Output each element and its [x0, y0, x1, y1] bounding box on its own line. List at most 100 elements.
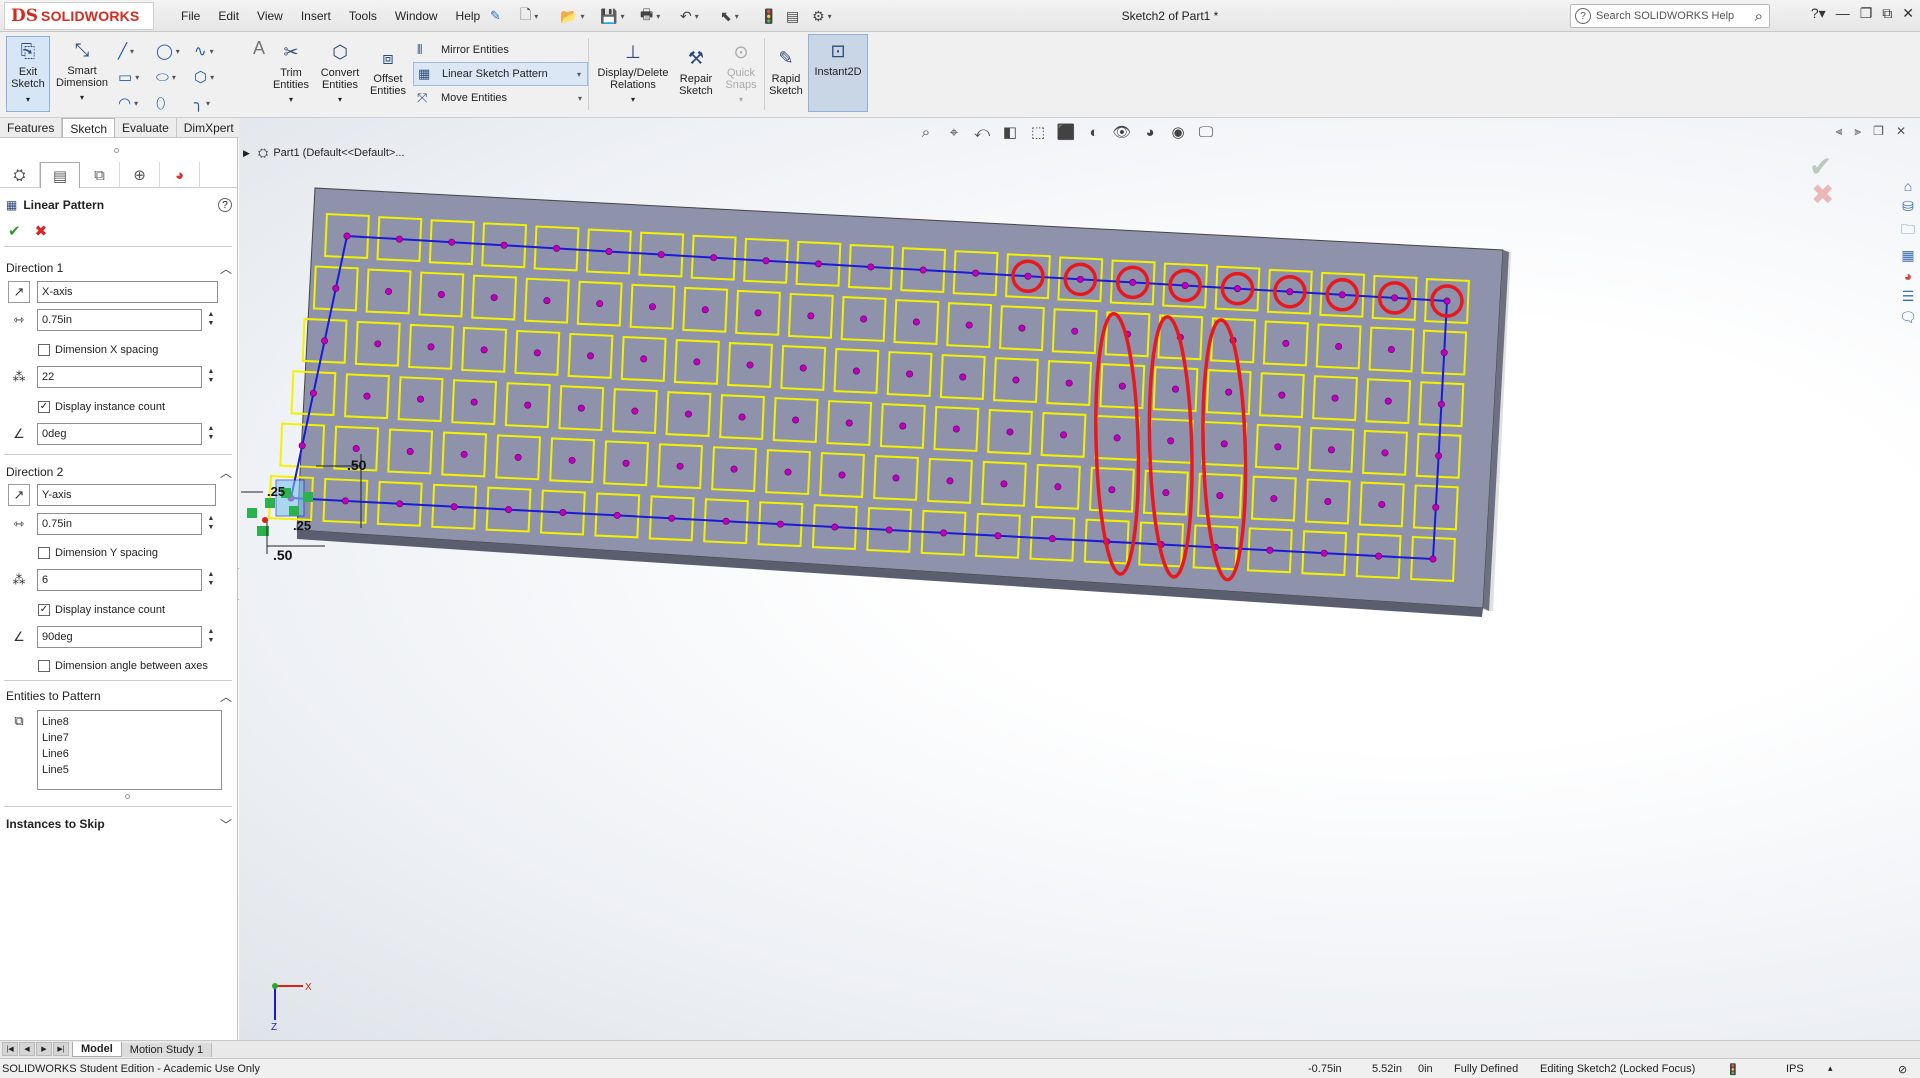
file-properties-icon[interactable]: ▤ [786, 5, 808, 27]
linear-sketch-pattern-button[interactable]: ▦ Linear Sketch Pattern ▾ [413, 62, 588, 86]
cancel-x-icon[interactable]: ✖ [35, 222, 48, 240]
line-tool-icon[interactable]: ╱ ▾ [118, 40, 148, 62]
feature-tree-root[interactable]: Part1 (Default<<Default>... [273, 147, 404, 159]
dimxpert-manager-tab-icon[interactable]: ⊕ [120, 162, 160, 188]
spin-arrows-icon[interactable]: ▲ ▼ [206, 514, 216, 532]
forum-icon[interactable]: 🗨 [1899, 309, 1917, 326]
units-dropdown-icon[interactable]: ▴ [1828, 1063, 1833, 1074]
direction-2-spacing-field[interactable]: 0.75in [37, 513, 202, 535]
custom-properties-icon[interactable]: ☰ [1902, 288, 1915, 305]
confirmation-cancel-icon[interactable]: ✖ [1811, 178, 1834, 211]
dimension-y-spacing-checkbox[interactable]: Dimension Y spacing [38, 546, 158, 560]
tab-features[interactable]: Features [0, 118, 63, 137]
restore-down-icon[interactable]: ⧉ [1882, 5, 1892, 22]
instances-to-skip-header[interactable]: Instances to Skip ﹀ [6, 815, 232, 833]
menu-tools[interactable]: Tools [340, 9, 386, 23]
list-resize-grip[interactable] [125, 794, 130, 799]
sketch-text-icon[interactable]: A [248, 36, 270, 63]
tile-view-icon[interactable]: ⫸ [1854, 124, 1861, 139]
chevron-down-icon[interactable]: ▾ [578, 94, 582, 103]
exit-sketch-button[interactable]: ⎘ Exit Sketch ▾ [6, 36, 50, 112]
view-settings-icon[interactable]: 🖵 [1195, 122, 1217, 142]
save-icon[interactable]: 💾 ▾ [600, 5, 636, 27]
rapid-sketch-button[interactable]: ✎ Rapid Sketch [766, 46, 806, 97]
display-delete-relations-button[interactable]: ⊥ Display/Delete Relations ▾ [594, 40, 672, 106]
tab-dimxpert[interactable]: DimXpert [177, 118, 242, 137]
graphics-area[interactable]: .50.50.25.25 ▶ ⛭ Part1 (Default<<Default… [239, 118, 1920, 1040]
display-instance-count-1-checkbox[interactable]: ✓ Display instance count [38, 400, 165, 414]
next-tab-icon[interactable]: ▶ [36, 1041, 52, 1056]
repair-sketch-button[interactable]: ⚒ Repair Sketch [676, 46, 716, 97]
direction-1-header[interactable]: Direction 1 ︿ [6, 259, 232, 277]
display-manager-tab-icon[interactable]: ◕ [160, 162, 200, 188]
close-icon[interactable]: ✕ [1902, 5, 1914, 22]
rebuild-icon[interactable]: 🚦 [760, 5, 782, 27]
first-tab-icon[interactable]: |◀ [2, 1041, 18, 1056]
instant2d-button[interactable]: ⊡ Instant2D [808, 34, 868, 112]
direction-1-spacing-field[interactable]: 0.75in [37, 309, 202, 331]
trim-entities-button[interactable]: ✂ Trim Entities ▾ [270, 40, 312, 106]
mirror-entities-button[interactable]: ⫴ Mirror Entities [413, 38, 588, 62]
split-view-icon[interactable]: ⫷ [1836, 124, 1843, 139]
print-icon[interactable]: 🖶 ▾ [640, 5, 676, 27]
direction-2-header[interactable]: Direction 2 ︿ [6, 463, 232, 481]
spline-tool-icon[interactable]: ∿ ▾ [194, 40, 224, 62]
menu-insert[interactable]: Insert [292, 9, 340, 23]
view-palette-icon[interactable]: ▦ [1901, 247, 1914, 264]
display-style-icon[interactable]: ◐ [1083, 122, 1105, 142]
select-icon[interactable]: ⬉ ▾ [720, 5, 756, 27]
last-tab-icon[interactable]: ▶| [53, 1041, 69, 1056]
pin-menu-icon[interactable]: ✎ [490, 8, 501, 24]
direction-2-count-field[interactable]: 6 [37, 569, 202, 591]
appearances-icon[interactable]: ◕ [1904, 268, 1912, 284]
restore-icon[interactable]: ❐ [1860, 5, 1873, 22]
menu-edit[interactable]: Edit [209, 9, 248, 23]
restore-viewport-icon[interactable]: ❐ [1873, 124, 1884, 139]
minimize-icon[interactable]: — [1836, 5, 1850, 22]
dimension-x-spacing-checkbox[interactable]: Dimension X spacing [38, 343, 158, 357]
spin-arrows-icon[interactable]: ▲ ▼ [206, 310, 216, 328]
tab-sketch[interactable]: Sketch [62, 118, 116, 137]
menu-file[interactable]: File [172, 9, 209, 23]
fillet-tool-icon[interactable]: ╮ ▾ [194, 92, 224, 114]
display-instance-count-2-checkbox[interactable]: ✓ Display instance count [38, 603, 165, 617]
rebuild-status-icon[interactable]: 🚦 [1726, 1063, 1740, 1076]
options-gear-icon[interactable]: ⚙ ▾ [812, 5, 848, 27]
undo-icon[interactable]: ↶ ▾ [680, 5, 716, 27]
circle-tool-icon[interactable]: ◯ ▾ [156, 40, 186, 62]
hide-show-items-icon[interactable]: 👁 [1111, 122, 1133, 142]
status-units[interactable]: IPS [1786, 1063, 1804, 1075]
chevron-down-icon[interactable]: ▾ [577, 70, 581, 79]
section-view-icon[interactable]: ◧ [999, 122, 1021, 142]
reverse-direction-icon[interactable]: ↗ [8, 484, 30, 506]
edit-appearance-icon[interactable]: ◕ [1139, 122, 1161, 142]
spin-arrows-icon[interactable]: ▲ ▼ [206, 367, 216, 385]
list-item[interactable]: Line7 [42, 730, 217, 746]
panel-grip[interactable] [114, 148, 119, 153]
menu-view[interactable]: View [248, 9, 292, 23]
rectangle-tool-icon[interactable]: ▭ ▾ [118, 66, 148, 88]
file-explorer-icon[interactable]: 🗀 [1901, 219, 1915, 243]
help-icon[interactable]: ?▾ [1811, 5, 1826, 22]
help-icon[interactable]: ? [218, 198, 232, 212]
expand-arrow-icon[interactable]: ▶ [243, 148, 250, 159]
feature-tree-flyout[interactable]: ▶ ⛭ Part1 (Default<<Default>... [243, 145, 405, 161]
design-library-icon[interactable]: ⛁ [1902, 198, 1914, 215]
solidworks-logo[interactable]: DS SOLIDWORKS [4, 2, 154, 30]
search-icon[interactable]: ⌕ [1755, 8, 1763, 25]
tab-evaluate[interactable]: Evaluate [115, 118, 177, 137]
zoom-to-area-icon[interactable]: ⌖ [943, 122, 965, 142]
list-item[interactable]: Line6 [42, 746, 217, 762]
arc-tool-icon[interactable]: ◠ ▾ [118, 92, 148, 114]
direction-2-angle-field[interactable]: 90deg [37, 626, 202, 648]
home-icon[interactable]: ⌂ [1904, 178, 1912, 194]
prev-tab-icon[interactable]: ◀ [19, 1041, 35, 1056]
quick-snaps-button[interactable]: ⊙ Quick Snaps ▾ [720, 40, 762, 106]
new-document-icon[interactable]: 🗋 ▾ [520, 5, 556, 27]
open-document-icon[interactable]: 📂 ▾ [560, 5, 596, 27]
dimension-angle-checkbox[interactable]: Dimension angle between axes [38, 659, 208, 673]
move-entities-button[interactable]: ⤧ Move Entities ▾ [413, 86, 588, 110]
entities-to-pattern-header[interactable]: Entities to Pattern ︿ [6, 687, 232, 705]
previous-view-icon[interactable]: ⤺ [971, 122, 993, 142]
direction-1-axis-field[interactable]: X-axis [37, 281, 218, 303]
